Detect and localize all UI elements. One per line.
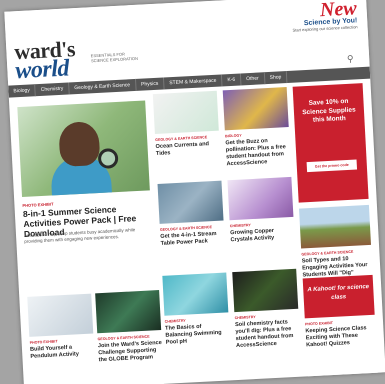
card-title: The Basics of Balancing Swimming Pool pH xyxy=(164,323,222,346)
card-title: Keeping Science Class Exciting with Thes… xyxy=(305,324,367,348)
webpage: ward's world Essentials for Science Expl… xyxy=(4,0,385,384)
card-title: Get the Buzz on pollination: Plus a free… xyxy=(225,137,286,167)
nav-item-geology[interactable]: Geology & Earth Science xyxy=(69,78,137,95)
article-card[interactable]: A Kahoot! for science class Photo Exhibi… xyxy=(302,274,378,379)
site-tagline: Essentials for Science Exploration xyxy=(90,51,139,64)
article-card[interactable]: Geology & Earth Science Join the Ward's … xyxy=(95,290,165,384)
card-image xyxy=(227,176,294,221)
card-image xyxy=(232,268,299,313)
article-card[interactable]: Biology Get the Buzz on pollination: Plu… xyxy=(222,87,292,191)
nav-item-stem[interactable]: STEM & Makerspace xyxy=(163,74,223,90)
card-image xyxy=(95,290,162,334)
card-title: Get the 4-in-1 Stream Table Power Pack xyxy=(160,230,217,247)
card-image xyxy=(157,180,224,224)
promo-box-text: Save 10% on Science Supplies this Month xyxy=(302,97,356,124)
hero-child-head xyxy=(58,120,101,168)
magnifying-glass-icon xyxy=(97,147,119,170)
card-title: Join the Ward's Science Challenge Suppor… xyxy=(97,339,162,363)
hero-image[interactable] xyxy=(17,100,150,198)
promo-box[interactable]: Save 10% on Science Supplies this Month … xyxy=(292,83,369,203)
site-logo[interactable]: ward's world xyxy=(14,36,77,85)
nav-item-physics[interactable]: Physics xyxy=(135,77,165,91)
article-card[interactable]: Chemistry The Basics of Balancing Swimmi… xyxy=(162,272,232,376)
card-title: Build Yourself a Pendulum Activity xyxy=(29,344,80,360)
card-image xyxy=(162,272,229,316)
article-card[interactable]: Geology & Earth Science Ocean Currents a… xyxy=(152,90,222,194)
card-image xyxy=(27,293,94,337)
article-card[interactable]: Chemistry Soil chemistry facts you'll di… xyxy=(232,268,302,373)
card-title: Soil chemistry facts you'll dig: Plus a … xyxy=(234,318,294,349)
logo-line2: world xyxy=(14,55,70,85)
nav-item-shop[interactable]: Shop xyxy=(264,71,288,85)
card-image xyxy=(152,90,219,135)
nav-item-biology[interactable]: Biology xyxy=(8,84,37,98)
search-icon[interactable]: ⚲ xyxy=(343,53,358,64)
header-promo[interactable]: New Science by You! Start exploring our … xyxy=(282,0,357,33)
card-image xyxy=(222,87,289,131)
kahoot-banner: A Kahoot! for science class xyxy=(302,274,375,319)
screenshot-frame: ward's world Essentials for Science Expl… xyxy=(0,0,385,384)
card-title: Growing Copper Crystals Activity xyxy=(230,227,275,243)
nav-item-k6[interactable]: K-6 xyxy=(222,73,242,87)
article-card[interactable]: Geology & Earth Science Get the 4-in-1 S… xyxy=(157,180,227,284)
article-card[interactable]: Chemistry Growing Copper Crystals Activi… xyxy=(227,176,297,281)
article-card[interactable]: Photo Exhibit Build Yourself a Pendulum … xyxy=(27,293,97,384)
nav-item-chemistry[interactable]: Chemistry xyxy=(35,82,70,97)
card-title: Ocean Currents and Tides xyxy=(155,140,210,157)
promo-code-button[interactable]: Get the promo code xyxy=(306,159,358,173)
nav-item-other[interactable]: Other xyxy=(240,72,266,86)
card-image xyxy=(299,204,372,249)
